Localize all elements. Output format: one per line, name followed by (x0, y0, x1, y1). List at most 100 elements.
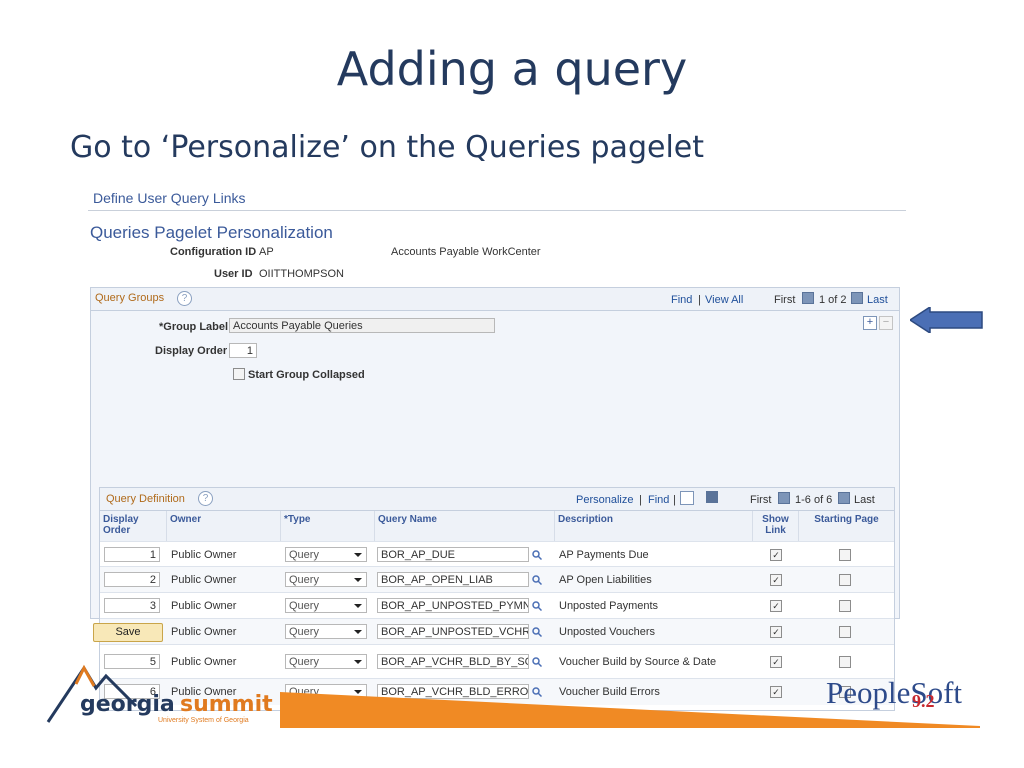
col-description: Description (555, 511, 753, 541)
owner-text: Public Owner (171, 574, 237, 586)
query-name-input[interactable]: BOR_AP_DUE (377, 547, 529, 562)
download-icon[interactable] (706, 491, 718, 503)
display-order-input[interactable]: 1 (104, 547, 160, 562)
separator: | (639, 494, 642, 506)
lookup-magnifier-icon[interactable] (532, 627, 542, 637)
chevron-down-icon (354, 553, 362, 557)
config-id-value: AP (259, 246, 274, 258)
display-order-input[interactable]: 1 (229, 343, 257, 358)
query-groups-find-link[interactable]: Find (671, 294, 692, 306)
group-label-input[interactable]: Accounts Payable Queries (229, 318, 495, 333)
starting-page-checkbox[interactable] (839, 600, 851, 612)
pointer-arrow-icon (910, 307, 983, 333)
separator: | (673, 494, 676, 506)
query-groups-title: Query Groups (95, 292, 165, 304)
show-link-checkbox[interactable]: ✓ (770, 549, 782, 561)
query-definition-header: Query Definition ? Personalize | Find | … (100, 488, 894, 511)
description-text: Unposted Vouchers (559, 626, 656, 638)
col-show-link: Show Link (753, 511, 799, 541)
help-icon[interactable]: ? (198, 491, 213, 506)
query-definition-title: Query Definition (106, 493, 185, 505)
table-row: 2 Public Owner Query BOR_AP_OPEN_LIAB AP Ope… (100, 566, 894, 593)
show-link-checkbox[interactable]: ✓ (770, 600, 782, 612)
query-name-input[interactable]: BOR_AP_OPEN_LIAB (377, 572, 529, 587)
col-starting-page: Starting Page (799, 511, 894, 541)
slide-title: Adding a query (336, 42, 688, 96)
type-select[interactable]: Query (285, 547, 367, 562)
query-name-input[interactable]: BOR_AP_VCHR_BLD_BY_SC (377, 654, 529, 669)
peoplesoft-logo: PeopleSoft (826, 675, 963, 710)
display-order-input[interactable]: 3 (104, 598, 160, 613)
chevron-down-icon (354, 660, 362, 664)
display-order-label: Display Order (155, 345, 228, 357)
start-collapsed-checkbox[interactable] (233, 368, 245, 380)
config-description: Accounts Payable WorkCenter (391, 246, 541, 258)
description-text: AP Open Liabilities (559, 574, 652, 586)
table-row: 3 Public Owner Query BOR_AP_UNPOSTED_PYMN Un… (100, 592, 894, 619)
owner-text: Public Owner (171, 626, 237, 638)
save-button[interactable]: Save (93, 623, 163, 642)
add-row-icon[interactable]: + (863, 316, 877, 330)
show-link-checkbox[interactable]: ✓ (770, 626, 782, 638)
owner-text: Public Owner (171, 600, 237, 612)
query-definition-first[interactable]: First (750, 494, 771, 506)
starting-page-checkbox[interactable] (839, 549, 851, 561)
query-groups-first[interactable]: First (774, 294, 795, 306)
col-display-order: Display Order (100, 511, 167, 541)
lookup-magnifier-icon[interactable] (532, 550, 542, 560)
logo-usg-text: University System of Georgia (158, 717, 249, 724)
query-definition-last[interactable]: Last (854, 494, 875, 506)
show-link-checkbox[interactable]: ✓ (770, 656, 782, 668)
lookup-magnifier-icon[interactable] (532, 657, 542, 667)
query-groups-panel: Query Groups ? Find | View All First 1 o… (90, 287, 900, 711)
help-icon[interactable]: ? (177, 291, 192, 306)
prev-arrow-icon[interactable] (778, 492, 790, 504)
query-definition-range: 1-6 of 6 (795, 494, 833, 506)
chevron-down-icon (354, 630, 362, 634)
type-select-value: Query (289, 574, 319, 586)
table-row: 4Public OwnerQueryBOR_AP_UNPOSTED_VCHRUn… (100, 618, 894, 645)
display-order-input[interactable]: 2 (104, 572, 160, 587)
personalize-link[interactable]: Personalize (576, 494, 633, 506)
starting-page-checkbox[interactable] (839, 626, 851, 638)
starting-page-checkbox[interactable] (839, 656, 851, 668)
show-link-checkbox[interactable]: ✓ (770, 574, 782, 586)
description-text: Unposted Payments (559, 600, 659, 612)
user-id-label: User ID (214, 268, 253, 280)
query-groups-last[interactable]: Last (867, 294, 888, 306)
slide-subtitle: Go to ‘Personalize’ on the Queries pagel… (70, 130, 704, 165)
col-owner: Owner (167, 511, 281, 541)
type-select[interactable]: Query (285, 654, 367, 669)
page-title: Queries Pagelet Personalization (90, 223, 333, 242)
type-select-value: Query (289, 600, 319, 612)
peoplesoft-screenshot: Define User Query Links Queries Pagelet … (88, 186, 906, 711)
prev-arrow-icon[interactable] (802, 292, 814, 304)
config-id-label: Configuration ID (170, 246, 257, 258)
table-row: 1 Public Owner Query BOR_AP_DUE AP Payments … (100, 541, 894, 567)
start-collapsed-label: Start Group Collapsed (248, 369, 365, 381)
next-arrow-icon[interactable] (838, 492, 850, 504)
query-groups-header: Query Groups ? Find | View All First 1 o… (91, 288, 899, 311)
type-select[interactable]: Query (285, 572, 367, 587)
lookup-magnifier-icon[interactable] (532, 601, 542, 611)
next-arrow-icon[interactable] (851, 292, 863, 304)
user-id-value: OIITTHOMPSON (259, 268, 344, 280)
type-select-value: Query (289, 656, 319, 668)
peoplesoft-version: 9.2 (912, 691, 935, 711)
delete-row-icon[interactable]: − (879, 316, 893, 330)
query-definition-find-link[interactable]: Find (648, 494, 669, 506)
query-groups-range: 1 of 2 (819, 294, 847, 306)
type-select[interactable]: Query (285, 624, 367, 639)
chevron-down-icon (354, 578, 362, 582)
col-query-name: Query Name (375, 511, 555, 541)
query-name-input[interactable]: BOR_AP_UNPOSTED_VCHR (377, 624, 529, 639)
col-type: *Type (281, 511, 375, 541)
starting-page-checkbox[interactable] (839, 574, 851, 586)
header-divider (88, 210, 906, 211)
query-groups-view-all-link[interactable]: View All (705, 294, 743, 306)
view-all-icon[interactable] (680, 491, 694, 505)
type-select[interactable]: Query (285, 598, 367, 613)
query-name-input[interactable]: BOR_AP_UNPOSTED_PYMN (377, 598, 529, 613)
description-text: Voucher Build by Source & Date (559, 656, 717, 668)
lookup-magnifier-icon[interactable] (532, 575, 542, 585)
